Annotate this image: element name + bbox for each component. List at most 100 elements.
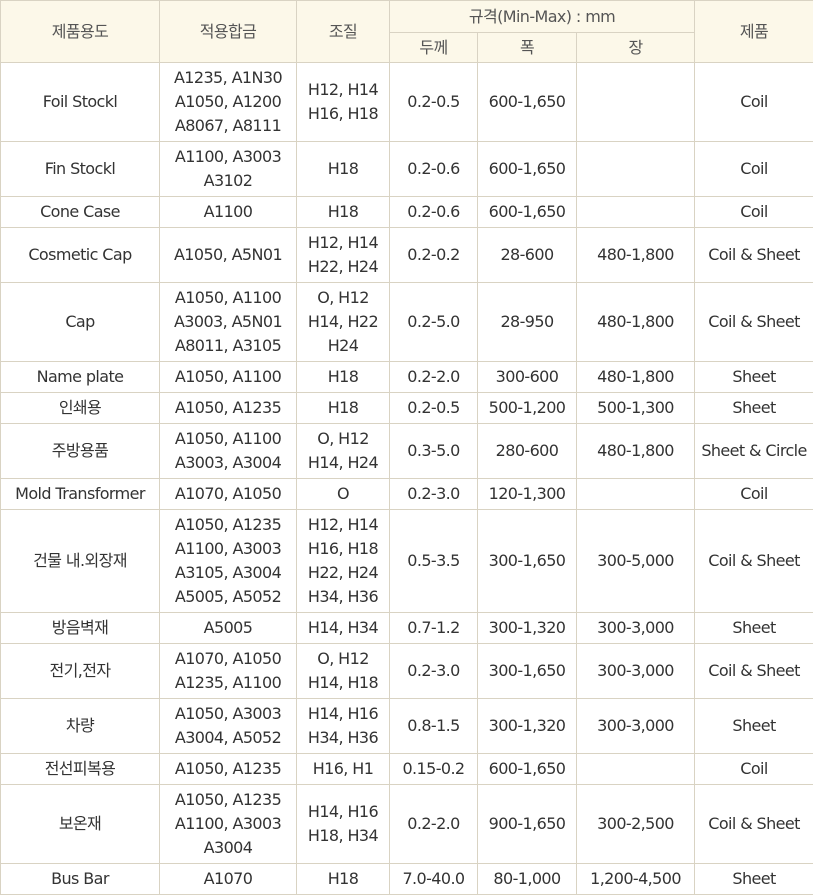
cell-temper-line: H16, H18	[307, 539, 379, 558]
cell-temper-line: H12, H14	[307, 515, 379, 534]
cell-temper-line: H14, H34	[307, 618, 379, 637]
cell-usage: Cap	[0, 282, 160, 362]
cell-temper-line: H18	[327, 159, 359, 178]
cell-temper: O, H12 H14, H22 H24	[296, 282, 390, 362]
cell-temper-line: O	[337, 484, 350, 503]
cell-alloy: A1100, A3003 A3102	[159, 141, 297, 197]
cell-temper-line: H22, H24	[307, 563, 379, 582]
cell-length: 300-3,000	[575, 612, 696, 644]
cell-product: Sheet	[694, 612, 813, 644]
cell-usage: Fin Stockl	[0, 141, 160, 197]
cell-alloy-line: A3102	[203, 171, 253, 190]
table-row: 인쇄용 A1050, A1235 H18 0.2-0.5 500-1,200 500-1,…	[0, 392, 813, 424]
table-row: 건물 내.외장재 A1050, A1235 A1100, A3003 A3105, A…	[0, 509, 813, 613]
table-row: Foil Stockl A1235, A1N30 A1050, A1200 A8067…	[0, 62, 813, 142]
cell-temper-line: O, H12	[317, 288, 369, 307]
cell-temper-line: H12, H14	[307, 233, 379, 252]
header-width: 폭	[477, 32, 577, 63]
cell-product: Coil & Sheet	[694, 643, 813, 699]
cell-thickness: 0.2-3.0	[389, 478, 478, 510]
cell-temper: H14, H16 H18, H34	[296, 784, 390, 864]
cell-thickness: 0.2-0.6	[389, 141, 478, 197]
cell-width: 600-1,650	[477, 753, 577, 785]
cell-width: 120-1,300	[477, 478, 577, 510]
cell-product: Coil	[694, 141, 813, 197]
cell-thickness: 0.2-2.0	[389, 361, 478, 393]
header-spec: 규격(Min-Max) : mm	[388, 0, 696, 33]
cell-temper: H14, H16 H34, H36	[296, 698, 390, 754]
cell-thickness: 0.5-3.5	[389, 509, 478, 613]
cell-temper: H18	[296, 196, 390, 228]
cell-width: 900-1,650	[477, 784, 577, 864]
cell-alloy-line: A1235, A1100	[174, 673, 282, 692]
table-row: Fin Stockl A1100, A3003 A3102 H18 0.2-0.6 600…	[0, 141, 813, 197]
cell-alloy-line: A3004	[203, 838, 253, 857]
cell-thickness: 0.2-3.0	[389, 643, 478, 699]
cell-temper-line: H34, H36	[307, 587, 379, 606]
cell-temper-line: H14, H16	[307, 704, 379, 723]
table-row: 보온재 A1050, A1235 A1100, A3003 A3004 H14, H16…	[0, 784, 813, 864]
cell-alloy-line: A1070	[203, 869, 253, 888]
cell-temper-line: H34, H36	[307, 728, 379, 747]
table-row: Cap A1050, A1100 A3003, A5N01 A8011, A3105 O…	[0, 282, 813, 362]
cell-alloy: A1070	[159, 863, 297, 895]
cell-temper-line: H14, H22	[307, 312, 379, 331]
cell-width: 500-1,200	[477, 392, 577, 424]
cell-product: Coil	[694, 196, 813, 228]
cell-length: 480-1,800	[575, 282, 696, 362]
cell-temper-line: H14, H18	[307, 673, 379, 692]
header-temper: 조질	[296, 0, 390, 63]
cell-thickness: 0.2-0.5	[389, 392, 478, 424]
cell-alloy-line: A1070, A1050	[174, 649, 282, 668]
cell-alloy-line: A1050, A1235	[174, 790, 282, 809]
cell-usage: Cone Case	[0, 196, 160, 228]
cell-temper: H18	[296, 141, 390, 197]
cell-length: 300-2,500	[575, 784, 696, 864]
cell-temper-line: H24	[327, 336, 359, 355]
cell-temper: O, H12 H14, H24	[296, 423, 390, 479]
cell-product: Coil & Sheet	[694, 282, 813, 362]
header-row: 제품용도 적용합금 조질 규격(Min-Max) : mm 제품	[0, 0, 813, 63]
cell-temper-line: H22, H24	[307, 257, 379, 276]
cell-width: 600-1,650	[477, 62, 577, 142]
cell-temper: H14, H34	[296, 612, 390, 644]
cell-length: 300-3,000	[575, 698, 696, 754]
cell-length	[575, 141, 696, 197]
cell-product: Coil & Sheet	[694, 784, 813, 864]
cell-alloy-line: A3105, A3004	[174, 563, 282, 582]
cell-temper-line: H16, H1	[312, 759, 374, 778]
cell-alloy-line: A8011, A3105	[174, 336, 282, 355]
table-row: 전선피복용 A1050, A1235 H16, H1 0.15-0.2 600-1,65…	[0, 753, 813, 785]
cell-thickness: 0.2-5.0	[389, 282, 478, 362]
cell-alloy-line: A5005, A5052	[174, 587, 282, 606]
header-thickness: 두께	[389, 32, 478, 63]
cell-temper-line: H18	[327, 398, 359, 417]
cell-temper-line: H18	[327, 869, 359, 888]
table-row: Cone Case A1100 H18 0.2-0.6 600-1,650 Coil	[0, 196, 813, 228]
cell-alloy: A1050, A1100 A3003, A3004	[159, 423, 297, 479]
cell-alloy: A1050, A1235	[159, 392, 297, 424]
cell-length	[575, 196, 696, 228]
cell-alloy-line: A1235, A1N30	[173, 68, 283, 87]
cell-thickness: 0.2-0.5	[389, 62, 478, 142]
cell-width: 300-1,320	[477, 612, 577, 644]
cell-width: 300-1,650	[477, 643, 577, 699]
cell-alloy-line: A1050, A1100	[174, 367, 282, 386]
table-row: Mold Transformer A1070, A1050 O 0.2-3.0 120-…	[0, 478, 813, 510]
cell-alloy: A1050, A1235	[159, 753, 297, 785]
cell-thickness: 0.7-1.2	[389, 612, 478, 644]
cell-usage: 주방용품	[0, 423, 160, 479]
cell-product: Coil & Sheet	[694, 509, 813, 613]
cell-usage: 전기,전자	[0, 643, 160, 699]
cell-usage: Name plate	[0, 361, 160, 393]
cell-alloy-line: A1050, A5N01	[173, 245, 283, 264]
cell-product: Sheet & Circle	[694, 423, 813, 479]
cell-length: 480-1,800	[575, 423, 696, 479]
cell-length: 480-1,800	[575, 227, 696, 283]
cell-alloy-line: A1100, A3003	[174, 539, 282, 558]
cell-thickness: 0.8-1.5	[389, 698, 478, 754]
cell-usage: 건물 내.외장재	[0, 509, 160, 613]
table-row: 방음벽재 A5005 H14, H34 0.7-1.2 300-1,320 300-3,0…	[0, 612, 813, 644]
cell-temper: H12, H14 H22, H24	[296, 227, 390, 283]
cell-alloy: A1050, A3003 A3004, A5052	[159, 698, 297, 754]
